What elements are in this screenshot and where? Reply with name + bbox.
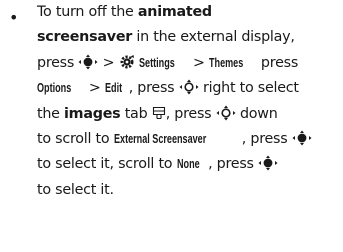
line-6: to scroll to External Screensaver , press [37, 127, 341, 152]
line-4: Options > Edit , press right to select [37, 76, 341, 101]
text-segment: > [98, 54, 119, 71]
text-segment: , press [165, 105, 216, 122]
menu-external-screensaver-label: External Screensaver [113, 132, 206, 147]
text-segment: the [37, 105, 65, 122]
line-1: To turn off the animated [37, 0, 341, 25]
bold-term: images [64, 105, 121, 122]
text-segment: in the external display, [132, 29, 295, 46]
nav-4way-key-icon [179, 79, 199, 95]
menu-none-label: None [176, 157, 200, 172]
line-2: screensaver in the external display, [37, 25, 341, 50]
text-segment: , press [208, 156, 259, 173]
tab-icon [152, 106, 166, 120]
line-3: press > Settings > Themes press [37, 51, 341, 76]
menu-settings-label: Settings [139, 55, 175, 70]
nav-center-key-icon [292, 130, 312, 146]
text-segment: , press [241, 131, 292, 148]
nav-center-key-icon [78, 54, 98, 70]
nav-center-key-icon [258, 155, 278, 171]
text-segment: To turn off the [37, 4, 138, 20]
text-segment: press [37, 54, 79, 71]
menu-themes-label: Themes [209, 55, 244, 70]
bold-term: animated [137, 4, 212, 20]
line-7: to select it, scroll to None , press [37, 152, 341, 177]
instruction-text: To turn off the animated screensaver in … [37, 0, 341, 203]
text-segment: press [256, 54, 299, 71]
menu-edit-label: Edit [104, 81, 123, 96]
text-segment: , press [128, 80, 179, 97]
line-8: to select it. [37, 178, 341, 203]
text-segment: to scroll to [37, 131, 114, 148]
text-segment: > [188, 54, 210, 71]
line-5: the images tab , press down [37, 102, 341, 127]
bullet-point: • [9, 8, 19, 27]
text-segment: tab [120, 105, 152, 122]
text-segment: to select it, scroll to [37, 156, 177, 173]
text-segment: down [235, 105, 278, 122]
instruction-page: • To turn off the animated screensaver i… [0, 0, 343, 252]
settings-gear-icon [119, 54, 135, 70]
nav-4way-key-icon [216, 105, 236, 121]
text-segment: to select it. [37, 181, 114, 198]
menu-options-label: Options [37, 81, 72, 96]
bold-term: screensaver [37, 29, 133, 46]
text-segment: right to select [198, 80, 299, 97]
text-segment: > [84, 80, 105, 97]
